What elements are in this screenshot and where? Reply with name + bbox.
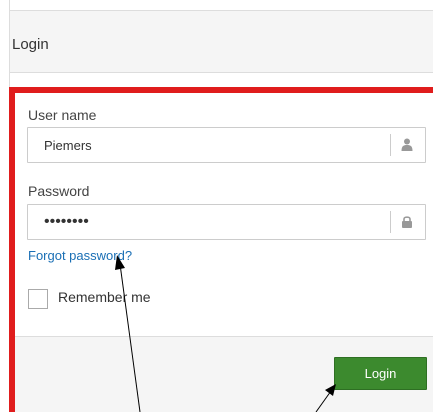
lock-icon <box>402 216 412 228</box>
username-value: Piemers <box>44 138 92 153</box>
username-label: User name <box>28 107 97 123</box>
forgot-password-link[interactable]: Forgot password? <box>28 248 132 263</box>
password-input[interactable]: •••••••• <box>27 204 426 240</box>
username-addon <box>390 134 425 156</box>
password-label: Password <box>28 183 90 199</box>
password-value: •••••••• <box>44 213 89 230</box>
login-button[interactable]: Login <box>334 357 427 390</box>
panel-header: Login <box>10 10 433 73</box>
user-icon <box>401 138 413 151</box>
panel-title: Login <box>12 36 49 53</box>
remember-me-checkbox[interactable] <box>28 289 48 309</box>
password-addon <box>390 211 425 233</box>
username-input[interactable]: Piemers <box>27 127 426 163</box>
remember-me-label[interactable]: Remember me <box>58 289 151 305</box>
